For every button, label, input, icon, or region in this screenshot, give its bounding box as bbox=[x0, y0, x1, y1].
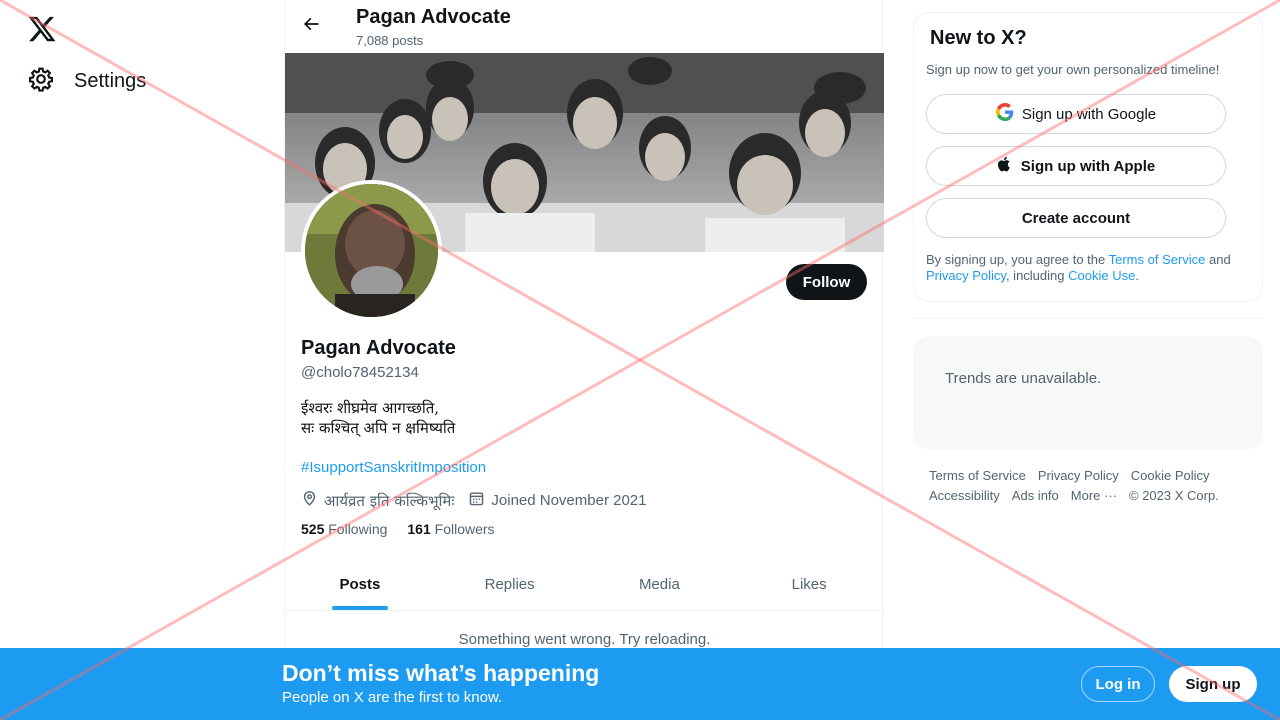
trends-unavailable-text: Trends are unavailable. bbox=[945, 370, 1102, 387]
signup-terms-text: By signing up, you agree to the Terms of… bbox=[926, 252, 1252, 284]
profile-name: Pagan Advocate bbox=[301, 337, 456, 359]
location-pin-icon bbox=[301, 490, 318, 511]
header-profile-name: Pagan Advocate bbox=[356, 6, 511, 28]
footer-ads-link[interactable]: Ads info bbox=[1012, 486, 1059, 506]
terms-and: and bbox=[1205, 252, 1231, 267]
back-button[interactable] bbox=[297, 12, 325, 40]
x-logo-icon[interactable] bbox=[27, 14, 57, 44]
login-prompt-title: Don’t miss what’s happening bbox=[282, 660, 600, 686]
apple-icon bbox=[997, 155, 1013, 177]
login-prompt-bar: Don’t miss what’s happening People on X … bbox=[0, 648, 1280, 720]
cookie-use-link[interactable]: Cookie Use bbox=[1068, 268, 1135, 283]
signup-card: New to X? Sign up now to get your own pe… bbox=[913, 12, 1263, 302]
followers-link[interactable]: 161 Followers bbox=[407, 521, 494, 537]
footer-links: Terms of Service Privacy Policy Cookie P… bbox=[929, 466, 1249, 506]
tab-media[interactable]: Media bbox=[585, 558, 735, 610]
profile-joined: Joined November 2021 bbox=[468, 490, 647, 511]
tab-replies[interactable]: Replies bbox=[435, 558, 585, 610]
signup-apple-button[interactable]: Sign up with Apple bbox=[926, 146, 1226, 186]
left-navigation: Settings bbox=[0, 0, 284, 720]
followers-count: 161 bbox=[407, 521, 431, 537]
following-link[interactable]: 525 Following bbox=[301, 521, 387, 537]
follow-button[interactable]: Follow bbox=[786, 264, 867, 300]
profile-hashtag-link[interactable]: #IsupportSanskritImposition bbox=[301, 459, 486, 476]
profile-joined-text: Joined November 2021 bbox=[491, 492, 647, 509]
profile-header-bar: Pagan Advocate 7,088 posts bbox=[285, 0, 884, 53]
google-icon bbox=[995, 103, 1014, 125]
profile-bio: ईश्वरः शीघ्रमेव आगच्छति, सः कश्चित् अपि … bbox=[301, 398, 455, 438]
sidebar-divider bbox=[913, 318, 1263, 319]
signup-card-title: New to X? bbox=[930, 27, 1027, 49]
profile-location: आर्यव्रत इति कल्किभूमिः bbox=[301, 490, 454, 511]
login-button[interactable]: Log in bbox=[1081, 666, 1155, 702]
terms-of-service-link[interactable]: Terms of Service bbox=[1109, 252, 1206, 267]
footer-accessibility-link[interactable]: Accessibility bbox=[929, 486, 1000, 506]
nav-settings-label: Settings bbox=[74, 70, 147, 92]
signup-apple-label: Sign up with Apple bbox=[1020, 157, 1156, 175]
profile-bio-line-1: ईश्वरः शीघ्रमेव आगच्छति, bbox=[301, 399, 440, 417]
signup-card-subtitle: Sign up now to get your own personalized… bbox=[926, 62, 1220, 77]
footer-cookie-link[interactable]: Cookie Policy bbox=[1131, 466, 1210, 486]
nav-settings-link[interactable]: Settings bbox=[28, 66, 146, 97]
profile-avatar[interactable] bbox=[301, 180, 442, 321]
timeline-error-message: Something went wrong. Try reloading. bbox=[458, 631, 711, 648]
signup-google-button[interactable]: Sign up with Google bbox=[926, 94, 1226, 134]
footer-copyright: © 2023 X Corp. bbox=[1129, 488, 1219, 503]
create-account-label: Create account bbox=[1021, 209, 1131, 227]
profile-column: Pagan Advocate 7,088 posts Follow Pagan … bbox=[284, 0, 884, 720]
tab-likes[interactable]: Likes bbox=[734, 558, 884, 610]
create-account-button[interactable]: Create account bbox=[926, 198, 1226, 238]
signup-button[interactable]: Sign up bbox=[1169, 666, 1257, 702]
following-count: 525 bbox=[301, 521, 325, 537]
footer-privacy-link[interactable]: Privacy Policy bbox=[1038, 466, 1119, 486]
following-label: Following bbox=[328, 521, 388, 537]
followers-label: Followers bbox=[434, 521, 495, 537]
profile-location-text: आर्यव्रत इति कल्किभूमिः bbox=[324, 491, 455, 510]
terms-prefix: By signing up, you agree to the bbox=[926, 252, 1109, 267]
privacy-policy-link[interactable]: Privacy Policy bbox=[926, 268, 1006, 283]
calendar-icon bbox=[468, 490, 485, 511]
footer-more-link[interactable]: More ··· bbox=[1071, 486, 1117, 506]
profile-bio-line-2: सः कश्चित् अपि न क्षमिष्यति bbox=[301, 419, 456, 437]
tab-posts[interactable]: Posts bbox=[285, 558, 435, 610]
terms-including: , including bbox=[1005, 268, 1069, 283]
right-sidebar: New to X? Sign up now to get your own pe… bbox=[913, 0, 1263, 720]
trends-panel: Trends are unavailable. bbox=[913, 336, 1263, 450]
terms-end: . bbox=[1135, 268, 1139, 283]
profile-tabs: Posts Replies Media Likes bbox=[285, 558, 884, 611]
signup-google-label: Sign up with Google bbox=[1021, 105, 1157, 123]
login-prompt-subtitle: People on X are the first to know. bbox=[282, 689, 503, 706]
header-post-count: 7,088 posts bbox=[356, 33, 424, 48]
profile-stats: 525 Following 161 Followers bbox=[301, 521, 495, 537]
arrow-left-icon bbox=[301, 14, 321, 39]
profile-handle: @cholo78452134 bbox=[301, 364, 419, 381]
gear-icon bbox=[28, 66, 54, 97]
profile-meta: आर्यव्रत इति कल्किभूमिः Joined November … bbox=[301, 490, 661, 511]
footer-terms-link[interactable]: Terms of Service bbox=[929, 466, 1026, 486]
